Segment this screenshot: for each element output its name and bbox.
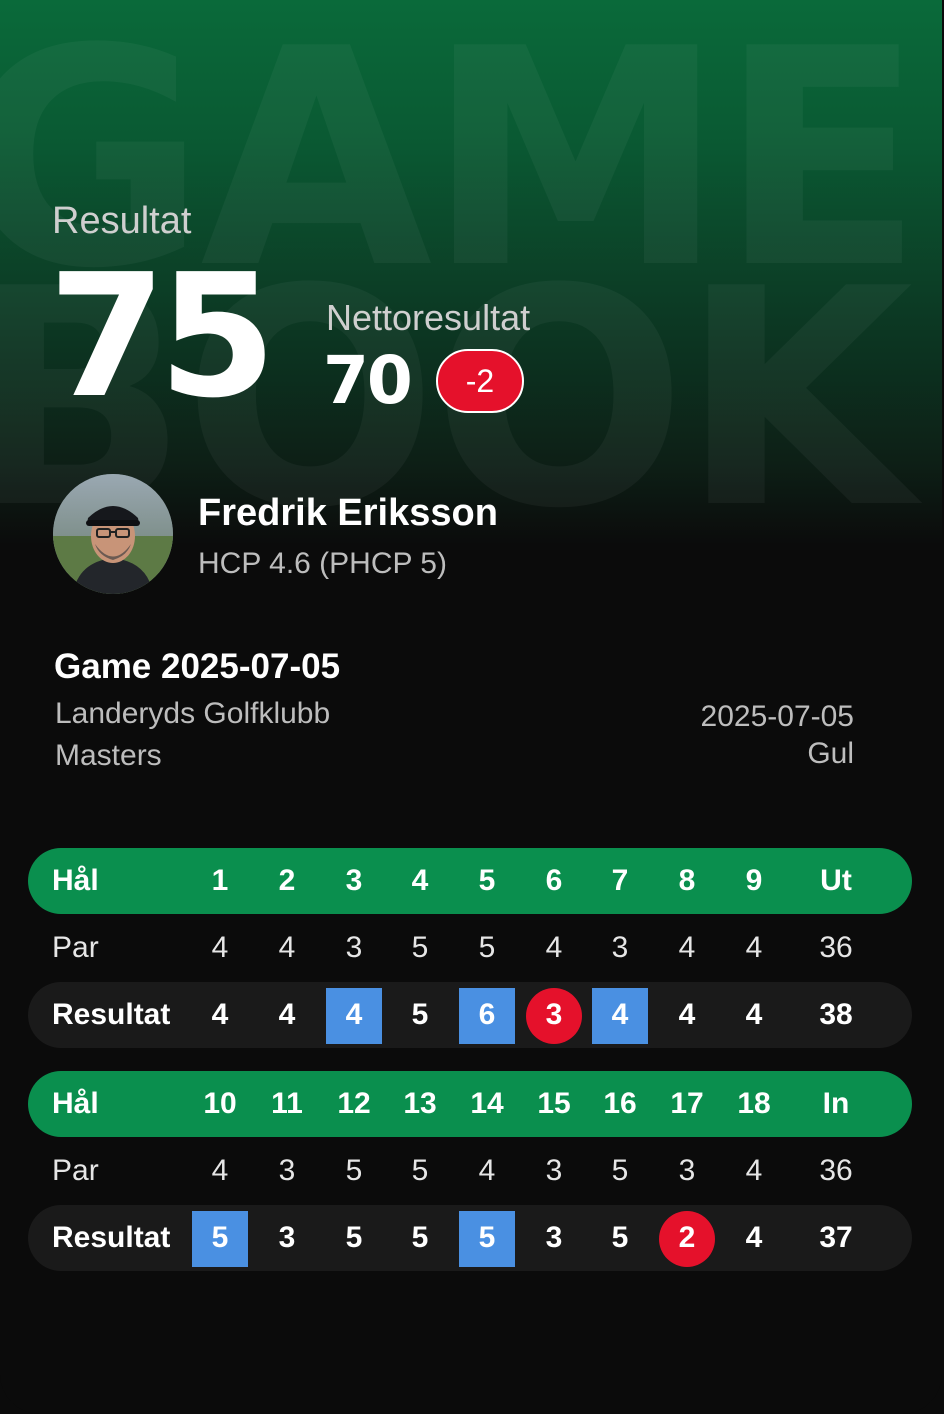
hole-header-label: Hål	[52, 864, 99, 897]
hole-number: 14	[470, 1087, 504, 1120]
hole-number: 6	[545, 864, 563, 897]
course-name: Masters	[55, 739, 162, 772]
par-value: 5	[411, 931, 429, 964]
par-value: 4	[211, 1154, 229, 1187]
hole-number: 7	[611, 864, 629, 897]
par-value: 4	[478, 1154, 496, 1187]
avatar	[53, 474, 173, 594]
par-total: 36	[819, 1154, 853, 1187]
club-name: Landeryds Golfklubb	[55, 697, 331, 730]
result-value: 3	[545, 1221, 563, 1254]
result-value: 5	[345, 1221, 363, 1254]
par-value: 4	[545, 931, 563, 964]
back-nine-par-row: Par 4 3 5 5 4 3 5 3 4 36	[28, 1138, 912, 1204]
game-date: 2025-07-05	[700, 700, 854, 733]
hole-number: 12	[337, 1087, 371, 1120]
result-value: 5	[611, 1221, 629, 1254]
hole-number: 13	[403, 1087, 437, 1120]
hole-number: 3	[345, 864, 363, 897]
par-value: 4	[278, 931, 296, 964]
hole-number: 4	[411, 864, 429, 897]
net-score: 70	[323, 342, 413, 419]
scorecard-card: GAME BOOK Resultat 75 Nettoresultat 70 -…	[0, 0, 942, 1414]
par-value: 5	[478, 931, 496, 964]
hole-number: 18	[737, 1087, 771, 1120]
front-nine-header-row: Hål 1 2 3 4 5 6 7 8 9 Ut	[28, 848, 912, 914]
hole-number: 15	[537, 1087, 571, 1120]
par-label: Par	[52, 931, 99, 964]
result-value: 4	[345, 998, 363, 1031]
result-value: 5	[411, 998, 429, 1031]
gross-score: 75	[48, 238, 277, 436]
hole-header-label: Hål	[52, 1087, 99, 1120]
result-value: 5	[411, 1221, 429, 1254]
par-value: 3	[345, 931, 363, 964]
result-value: 6	[478, 998, 496, 1031]
par-value: 4	[745, 1154, 763, 1187]
par-value: 4	[211, 931, 229, 964]
par-value: 3	[678, 1154, 696, 1187]
result-value: 5	[211, 1221, 229, 1254]
result-value: 4	[211, 998, 229, 1031]
par-value: 5	[611, 1154, 629, 1187]
total-header: Ut	[820, 864, 852, 897]
par-value: 3	[278, 1154, 296, 1187]
back-nine-result-row: Resultat 5 3 5 5 5 3 5 2 4 37	[28, 1205, 912, 1271]
par-value: 5	[345, 1154, 363, 1187]
player-photo	[53, 474, 173, 594]
net-result-label: Nettoresultat	[326, 297, 531, 338]
hole-number: 9	[745, 864, 763, 897]
par-value: 5	[411, 1154, 429, 1187]
hole-number: 2	[278, 864, 296, 897]
player-handicap: HCP 4.6 (PHCP 5)	[198, 547, 447, 580]
result-value: 3	[278, 1221, 296, 1254]
hole-number: 11	[271, 1087, 303, 1120]
par-total: 36	[819, 931, 853, 964]
result-value: 3	[545, 998, 563, 1031]
total-header: In	[822, 1087, 850, 1120]
par-value: 3	[545, 1154, 563, 1187]
result-total: 38	[819, 998, 853, 1031]
par-value: 4	[745, 931, 763, 964]
par-label: Par	[52, 1154, 99, 1187]
hole-number: 16	[603, 1087, 637, 1120]
front-nine-result-row: Resultat 4 4 4 5 6 3 4 4 4 38	[28, 982, 912, 1048]
net-diff-badge: -2	[436, 349, 524, 413]
result-row-label: Resultat	[52, 998, 171, 1031]
hole-number: 8	[678, 864, 696, 897]
result-value: 4	[745, 998, 763, 1031]
front-nine-par-row: Par 4 4 3 5 5 4 3 4 4 36	[28, 915, 912, 981]
result-value: 2	[678, 1221, 696, 1254]
par-value: 4	[678, 931, 696, 964]
hole-number: 17	[670, 1087, 704, 1120]
game-title: Game 2025-07-05	[54, 647, 341, 686]
result-label: Resultat	[52, 200, 192, 242]
hole-number: 1	[211, 864, 229, 897]
result-value: 5	[478, 1221, 496, 1254]
hole-number: 10	[203, 1087, 237, 1120]
hole-number: 5	[478, 864, 496, 897]
result-value: 4	[678, 998, 696, 1031]
result-total: 37	[819, 1221, 853, 1254]
result-value: 4	[611, 998, 629, 1031]
back-nine-header-row: Hål 10 11 12 13 14 15 16 17 18 In	[28, 1071, 912, 1137]
result-value: 4	[278, 998, 296, 1031]
tee-color: Gul	[807, 737, 854, 770]
player-name: Fredrik Eriksson	[198, 492, 498, 534]
result-value: 4	[745, 1221, 763, 1254]
result-row-label: Resultat	[52, 1221, 171, 1254]
par-value: 3	[611, 931, 629, 964]
